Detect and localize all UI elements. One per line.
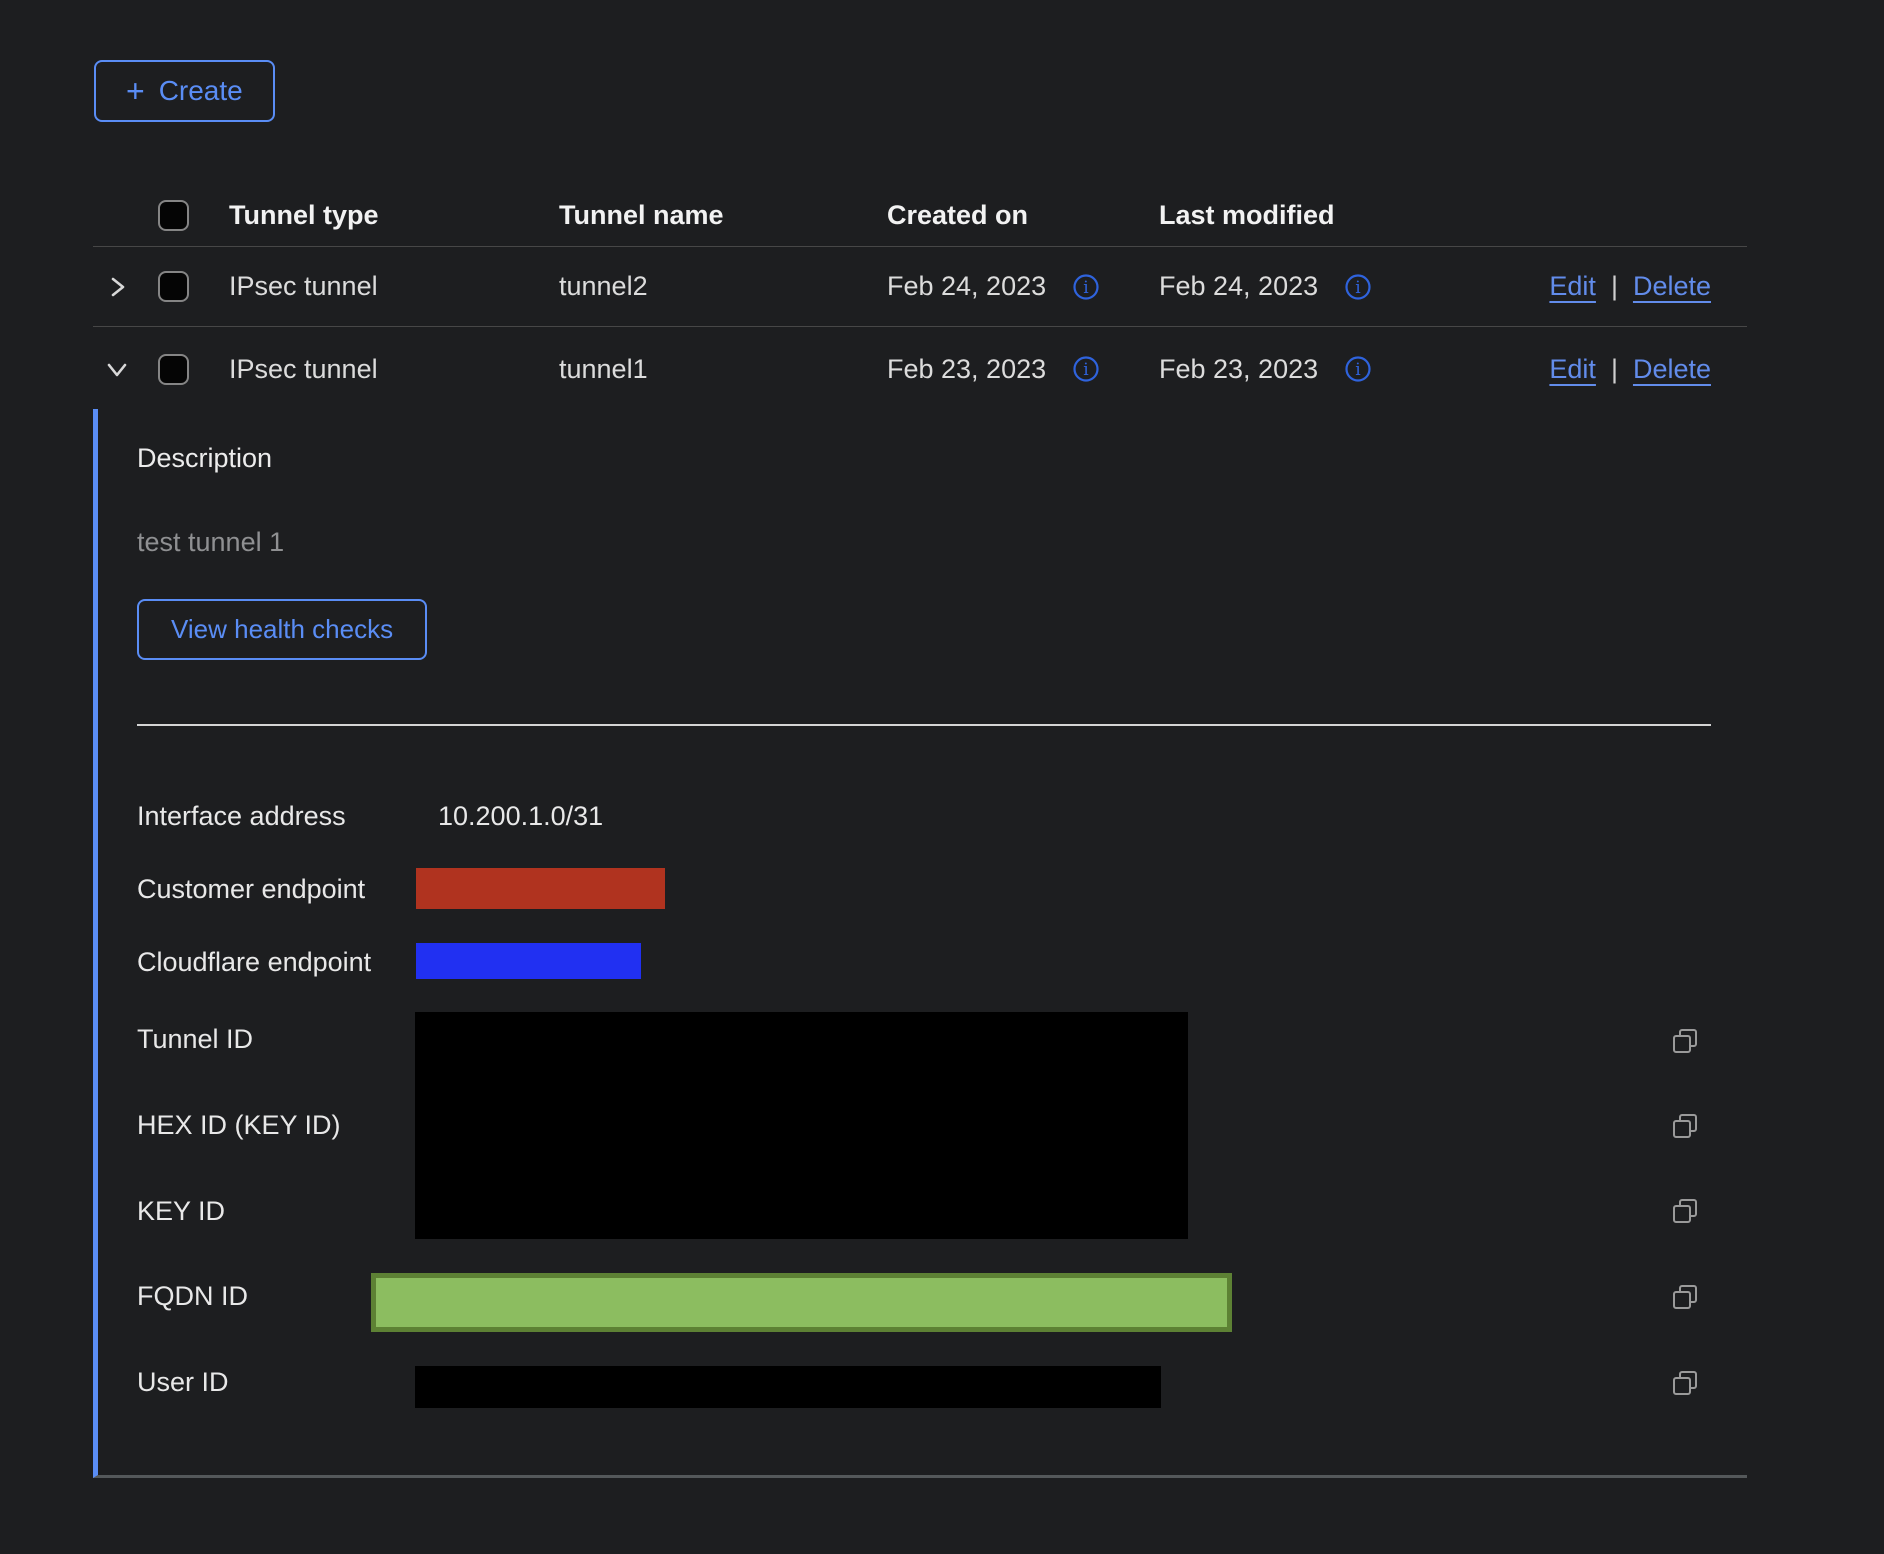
copy-icon	[1670, 1368, 1700, 1398]
tunnel-type-cell: IPsec tunnel	[205, 271, 535, 302]
copy-hex-id-button[interactable]	[1670, 1111, 1700, 1141]
tunnel-id-label: Tunnel ID	[137, 1023, 253, 1055]
description-value: test tunnel 1	[137, 527, 284, 558]
copy-tunnel-id-button[interactable]	[1670, 1026, 1700, 1056]
create-button[interactable]: + Create	[94, 60, 275, 122]
last-modified-value: Feb 24, 2023	[1159, 271, 1318, 302]
description-label: Description	[137, 443, 272, 474]
created-on-cell: Feb 23, 2023 i	[863, 354, 1135, 385]
view-health-checks-button[interactable]: View health checks	[137, 599, 427, 660]
svg-text:i: i	[1083, 360, 1089, 380]
customer-endpoint-label: Customer endpoint	[137, 873, 365, 905]
select-all-cell	[141, 200, 205, 231]
row-checkbox[interactable]	[158, 354, 189, 385]
info-icon[interactable]: i	[1344, 355, 1372, 383]
select-all-checkbox[interactable]	[158, 200, 189, 231]
edit-link[interactable]: Edit	[1549, 354, 1596, 385]
delete-link[interactable]: Delete	[1633, 354, 1711, 385]
ipsec-tunnels-page: + Create Tunnel type Tunnel name Created…	[0, 0, 1884, 1554]
created-on-cell: Feb 24, 2023 i	[863, 271, 1135, 302]
table-row-tunnel2: IPsec tunnel tunnel2 Feb 24, 2023 i Feb …	[93, 247, 1747, 327]
copy-icon	[1670, 1111, 1700, 1141]
tunnels-table: Tunnel type Tunnel name Created on Last …	[93, 185, 1747, 411]
action-divider: |	[1611, 354, 1618, 385]
expander-cell	[93, 356, 141, 382]
edit-link[interactable]: Edit	[1549, 271, 1596, 302]
copy-fqdn-id-button[interactable]	[1670, 1282, 1700, 1312]
row-actions: Edit | Delete	[1435, 271, 1747, 302]
copy-key-id-button[interactable]	[1670, 1196, 1700, 1226]
tunnel-type-cell: IPsec tunnel	[205, 354, 535, 385]
col-header-last-modified: Last modified	[1135, 200, 1435, 231]
copy-icon	[1670, 1282, 1700, 1312]
row-checkbox-cell	[141, 271, 205, 302]
chevron-down-icon[interactable]	[104, 356, 130, 382]
row-checkbox-cell	[141, 354, 205, 385]
col-header-tunnel-type: Tunnel type	[205, 200, 535, 231]
key-id-label: KEY ID	[137, 1195, 225, 1227]
customer-endpoint-redacted-value	[416, 868, 665, 909]
last-modified-cell: Feb 24, 2023 i	[1135, 271, 1435, 302]
info-icon[interactable]: i	[1072, 273, 1100, 301]
svg-text:i: i	[1355, 360, 1361, 380]
tunnel-details-panel: Description test tunnel 1 View health ch…	[93, 409, 1747, 1478]
cloudflare-endpoint-redacted-value	[416, 943, 641, 979]
created-on-value: Feb 24, 2023	[887, 271, 1046, 302]
col-header-tunnel-name: Tunnel name	[535, 200, 863, 231]
expander-cell	[93, 274, 141, 300]
tunnel-name-cell: tunnel1	[535, 354, 863, 385]
action-divider: |	[1611, 271, 1618, 302]
tunnel-name-cell: tunnel2	[535, 271, 863, 302]
last-modified-cell: Feb 23, 2023 i	[1135, 354, 1435, 385]
interface-address-value: 10.200.1.0/31	[438, 800, 603, 832]
row-actions: Edit | Delete	[1435, 354, 1747, 385]
user-id-label: User ID	[137, 1366, 229, 1398]
fqdn-id-label: FQDN ID	[137, 1280, 248, 1312]
svg-text:i: i	[1083, 278, 1089, 298]
delete-link[interactable]: Delete	[1633, 271, 1711, 302]
info-icon[interactable]: i	[1344, 273, 1372, 301]
info-icon[interactable]: i	[1072, 355, 1100, 383]
table-row-tunnel1: IPsec tunnel tunnel1 Feb 23, 2023 i Feb …	[93, 327, 1747, 411]
chevron-right-icon[interactable]	[104, 274, 130, 300]
copy-user-id-button[interactable]	[1670, 1368, 1700, 1398]
copy-icon	[1670, 1026, 1700, 1056]
create-button-label: Create	[159, 75, 243, 107]
svg-text:i: i	[1355, 278, 1361, 298]
created-on-value: Feb 23, 2023	[887, 354, 1046, 385]
hex-id-label: HEX ID (KEY ID)	[137, 1109, 341, 1141]
last-modified-value: Feb 23, 2023	[1159, 354, 1318, 385]
interface-address-label: Interface address	[137, 800, 346, 832]
plus-icon: +	[126, 75, 145, 107]
fqdn-id-redacted-value	[371, 1273, 1232, 1332]
user-id-redacted-value	[415, 1366, 1161, 1408]
copy-icon	[1670, 1196, 1700, 1226]
col-header-created-on: Created on	[863, 200, 1135, 231]
tunnel-id-redacted-values	[415, 1012, 1188, 1239]
cloudflare-endpoint-label: Cloudflare endpoint	[137, 946, 371, 978]
row-checkbox[interactable]	[158, 271, 189, 302]
table-header-row: Tunnel type Tunnel name Created on Last …	[93, 185, 1747, 247]
section-divider	[137, 724, 1711, 726]
